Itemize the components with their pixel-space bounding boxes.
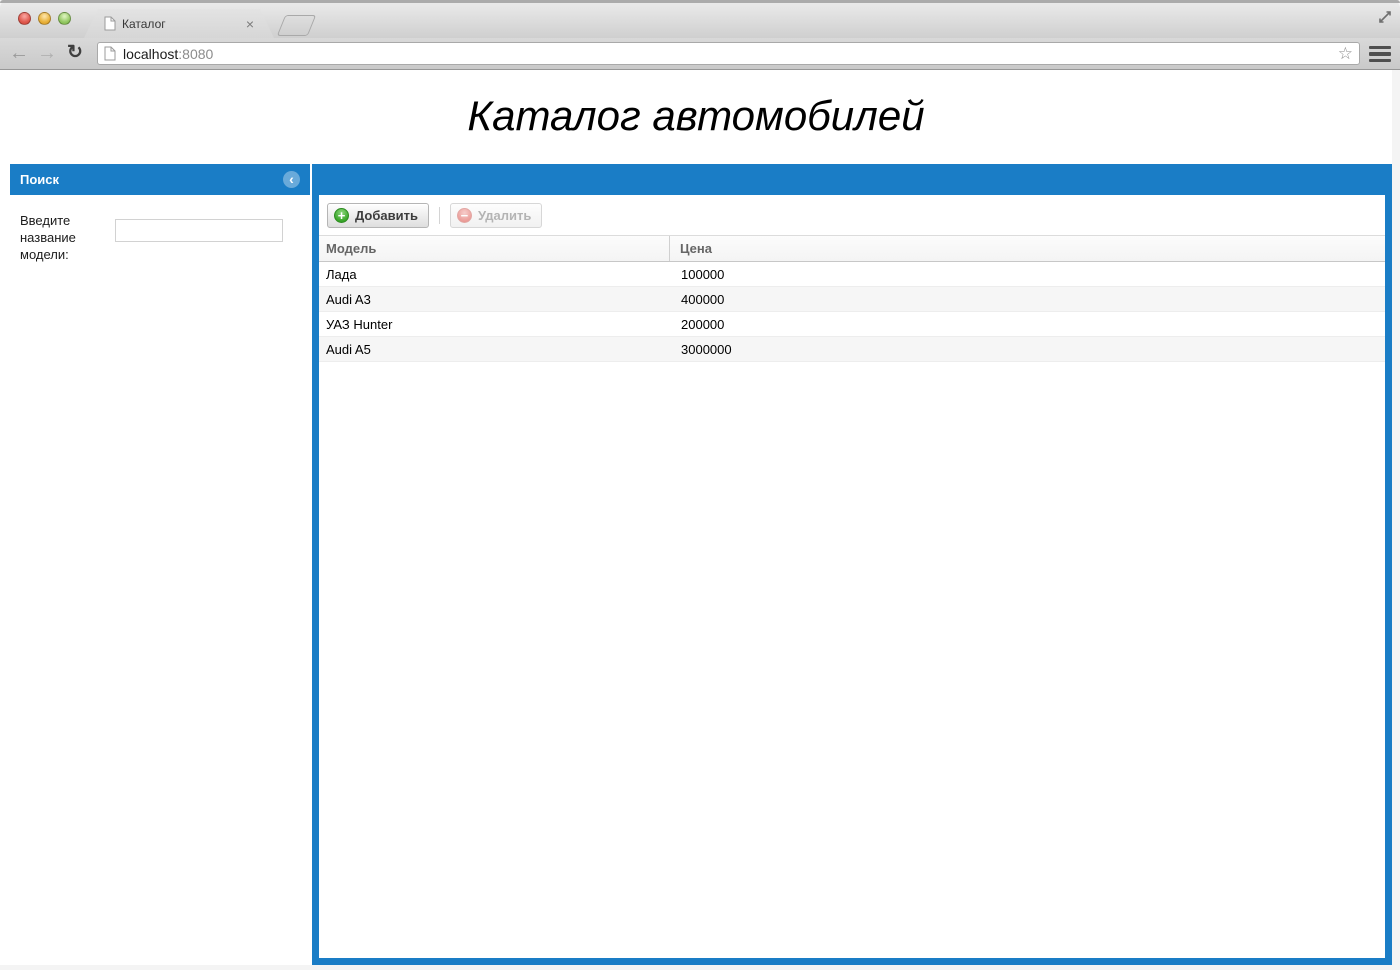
- table-row[interactable]: УАЗ Hunter 200000: [319, 312, 1385, 337]
- delete-button-label: Удалить: [478, 208, 531, 223]
- page-icon: [104, 46, 116, 61]
- cell-model: Audi A3: [319, 292, 671, 307]
- column-header-price[interactable]: Цена: [670, 236, 1385, 261]
- cell-price: 200000: [671, 317, 1385, 332]
- cell-model: УАЗ Hunter: [319, 317, 671, 332]
- cell-price: 3000000: [671, 342, 1385, 357]
- table-row[interactable]: Audi A5 3000000: [319, 337, 1385, 362]
- url-port: :8080: [178, 46, 213, 62]
- cell-price: 400000: [671, 292, 1385, 307]
- window-close-button[interactable]: [18, 12, 31, 25]
- cell-model: Лада: [319, 267, 671, 282]
- add-button[interactable]: + Добавить: [327, 203, 429, 228]
- url-host: localhost: [123, 46, 178, 62]
- tab-strip: Каталог ×: [0, 0, 1400, 38]
- model-name-label: Введите название модели:: [20, 210, 115, 263]
- tab-title: Каталог: [122, 17, 246, 31]
- grid-toolbar: + Добавить − Удалить: [319, 195, 1385, 236]
- back-button[interactable]: ←: [6, 40, 32, 66]
- minus-circle-icon: −: [457, 208, 472, 223]
- model-name-input[interactable]: [115, 219, 283, 242]
- search-form: Введите название модели:: [10, 195, 310, 263]
- table-row[interactable]: Лада 100000: [319, 262, 1385, 287]
- browser-toolbar: ← → ↻ localhost:8080 ☆: [0, 38, 1400, 70]
- cars-grid-panel: + Добавить − Удалить Модель Цена: [312, 164, 1392, 965]
- add-button-label: Добавить: [355, 208, 418, 223]
- chevron-left-icon: ‹: [289, 172, 294, 186]
- forward-button[interactable]: →: [34, 40, 60, 66]
- search-panel: Поиск ‹ Введите название модели:: [10, 164, 310, 958]
- plus-circle-icon: +: [334, 208, 349, 223]
- cell-model: Audi A5: [319, 342, 671, 357]
- column-header-model[interactable]: Модель: [319, 236, 670, 261]
- url-text: localhost:8080: [123, 46, 1338, 62]
- cars-grid-body: + Добавить − Удалить Модель Цена: [319, 195, 1385, 958]
- reload-button[interactable]: ↻: [62, 40, 88, 66]
- browser-menu-icon[interactable]: [1369, 46, 1391, 62]
- address-bar[interactable]: localhost:8080 ☆: [97, 42, 1360, 65]
- search-panel-title: Поиск: [20, 172, 59, 187]
- search-panel-header[interactable]: Поиск ‹: [10, 164, 310, 195]
- fullscreen-icon[interactable]: [1377, 9, 1393, 25]
- tab-favicon-icon: [104, 16, 116, 31]
- browser-window: Каталог × ← → ↻ localhost:8080 ☆ Каталог…: [0, 0, 1400, 970]
- collapse-panel-button[interactable]: ‹: [283, 171, 300, 188]
- window-minimize-button[interactable]: [38, 12, 51, 25]
- bookmark-star-icon[interactable]: ☆: [1338, 45, 1353, 62]
- grid-column-headers: Модель Цена: [319, 236, 1385, 262]
- cell-price: 100000: [671, 267, 1385, 282]
- grid-rows: Лада 100000 Audi A3 400000 УАЗ Hunter 20…: [319, 262, 1385, 362]
- tab-close-icon[interactable]: ×: [246, 17, 254, 31]
- window-zoom-button[interactable]: [58, 12, 71, 25]
- page-title: Каталог автомобилей: [0, 92, 1392, 140]
- browser-tab[interactable]: Каталог ×: [84, 9, 274, 38]
- table-row[interactable]: Audi A3 400000: [319, 287, 1385, 312]
- new-tab-button[interactable]: [277, 15, 316, 36]
- toolbar-separator: [439, 207, 440, 224]
- web-page: Каталог автомобилей Поиск ‹ Введите назв…: [0, 70, 1392, 965]
- delete-button[interactable]: − Удалить: [450, 203, 542, 228]
